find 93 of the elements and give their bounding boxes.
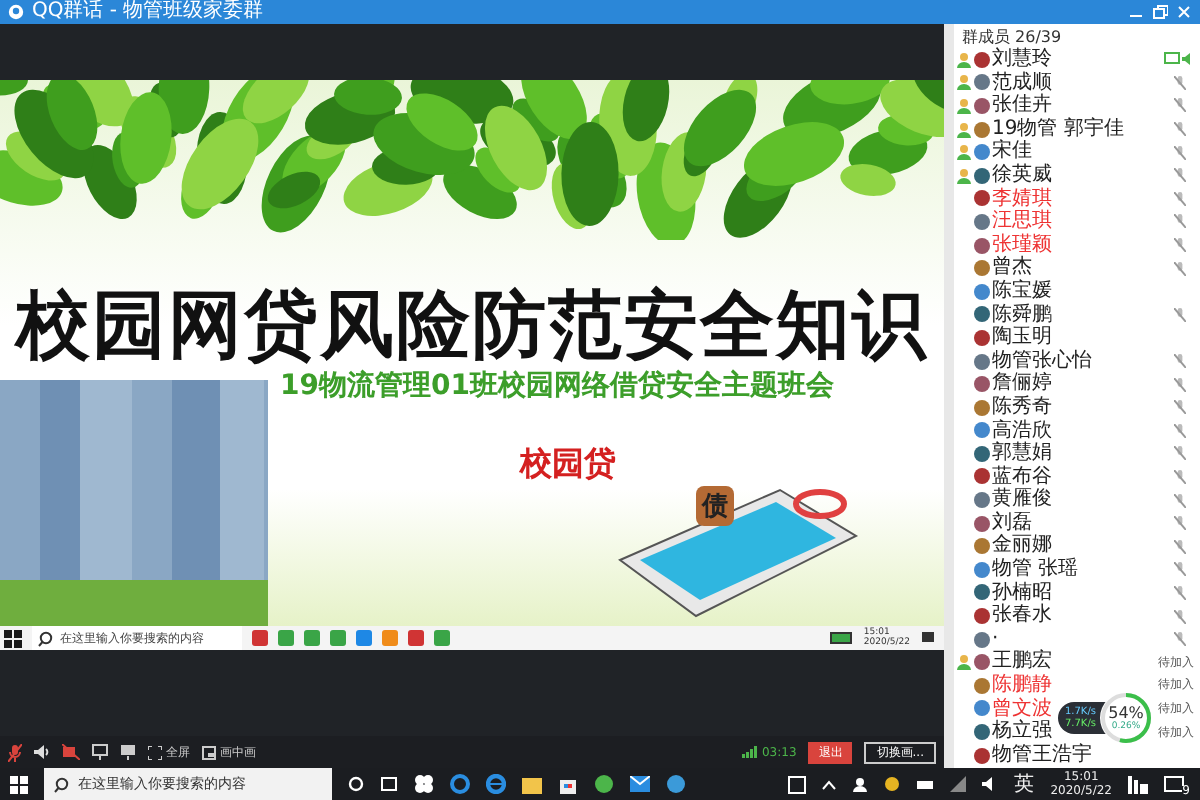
screen-icon <box>1164 52 1180 67</box>
microphone-muted-icon <box>1174 446 1186 461</box>
member-name: 张佳卉 <box>992 94 1052 118</box>
member-name: 曾文波 <box>992 697 1052 720</box>
browser-icon[interactable] <box>450 774 470 794</box>
member-name: 陈舜鹏 <box>992 303 1052 326</box>
sign-text: 债 <box>696 486 734 526</box>
member-name: 宋佳 <box>992 140 1032 163</box>
keyboard-icon[interactable] <box>788 775 807 793</box>
microphone-muted-icon <box>1174 377 1186 392</box>
member-name: 黄雁俊 <box>992 488 1052 511</box>
member-name: 张春水 <box>992 604 1052 628</box>
screen-share-icon[interactable] <box>92 744 108 760</box>
microphone-muted-icon <box>1174 609 1186 624</box>
member-name: 蓝布谷 <box>992 465 1052 488</box>
member-name: 物管 张瑶 <box>992 558 1079 581</box>
windows-logo-icon[interactable] <box>4 629 22 647</box>
mail-icon[interactable] <box>630 776 650 792</box>
task-view-icon[interactable] <box>380 776 398 792</box>
speaker-icon[interactable] <box>34 744 50 760</box>
microphone-muted-icon <box>1174 423 1186 438</box>
member-name: 张瑾颖 <box>992 233 1052 256</box>
microphone-muted-icon <box>1174 400 1186 415</box>
speaker-icon <box>1182 52 1194 67</box>
pinwheel-icon[interactable] <box>414 774 434 794</box>
member-name: · <box>992 627 999 650</box>
member-name: 陈秀奇 <box>992 395 1052 419</box>
microphone-muted-icon <box>1174 632 1186 647</box>
microphone-muted-icon <box>1174 98 1186 113</box>
microphone-muted-icon <box>1174 354 1186 369</box>
close-icon[interactable] <box>1176 4 1192 20</box>
member-name: 孙楠昭 <box>992 581 1052 604</box>
folder-icon[interactable] <box>522 775 542 793</box>
signal-bars-icon <box>741 746 758 758</box>
picture-in-picture-icon <box>202 745 216 759</box>
notification-icon[interactable] <box>920 630 936 646</box>
expand-icon <box>148 745 162 759</box>
member-name: 19物管 郭宇佳 <box>992 117 1124 140</box>
microphone-muted-icon <box>1174 562 1186 577</box>
whiteboard-icon[interactable] <box>120 744 136 760</box>
member-name: 王鹏宏 <box>992 650 1052 674</box>
member-name: 李婧琪 <box>992 187 1052 210</box>
microphone-muted-icon <box>1174 261 1186 276</box>
memory-percent: 54% <box>1108 704 1144 722</box>
member-name: 郭慧娟 <box>992 442 1052 465</box>
member-name: 高浩欣 <box>992 419 1052 441</box>
member-name: 陈宝媛 <box>992 279 1052 303</box>
member-name: 陈鹏静 <box>992 674 1052 697</box>
input-method-indicator[interactable]: 英 <box>1014 770 1035 798</box>
cortana-icon[interactable] <box>348 776 364 792</box>
camera-off-icon[interactable] <box>62 744 80 760</box>
microphone-muted-icon <box>1174 191 1186 206</box>
member-name: 陶玉明 <box>992 326 1052 349</box>
microphone-muted-icon <box>1174 238 1186 253</box>
microphone-muted-icon <box>1174 168 1186 183</box>
network-icon <box>950 776 967 792</box>
member-name: 刘慧玲 <box>992 48 1052 71</box>
member-name: 刘磊 <box>992 511 1032 534</box>
member-name: 范成顺 <box>992 71 1052 94</box>
microphone-muted-icon[interactable] <box>8 743 22 761</box>
battery-icon <box>916 779 935 789</box>
chevron-up-icon[interactable] <box>822 779 837 789</box>
microphone-muted-icon <box>1174 493 1186 508</box>
usage-ring-icon <box>1100 692 1152 744</box>
slide-title: 校园网贷风险防范安全知识 <box>12 278 930 369</box>
search-icon <box>38 629 56 647</box>
member-name: 物管张心怡 <box>992 349 1092 372</box>
member-name: 杨立强 <box>992 720 1052 743</box>
battery-icon <box>829 632 854 644</box>
show-desktop-icon[interactable] <box>1128 775 1148 793</box>
slide-tag: 校园贷 <box>520 444 616 486</box>
microphone-muted-icon <box>1174 122 1186 137</box>
microphone-muted-icon <box>1174 585 1186 600</box>
microphone-muted-icon <box>1174 307 1186 322</box>
member-name: 汪思琪 <box>992 210 1052 233</box>
person-icon[interactable] <box>852 776 869 792</box>
member-name: 金丽娜 <box>992 534 1052 557</box>
windows-logo-icon[interactable] <box>10 775 28 793</box>
microphone-muted-icon <box>1174 75 1186 90</box>
microphone-muted-icon <box>1174 214 1186 229</box>
notification-icon[interactable] <box>1164 775 1184 793</box>
microphone-muted-icon <box>1174 539 1186 554</box>
member-count: 群成员 26/39 <box>960 26 1064 47</box>
member-name: 物管王浩宇 <box>992 743 1092 767</box>
restore-icon[interactable] <box>1152 4 1168 20</box>
search-icon <box>54 775 72 793</box>
slide-subtitle: 19物流管理01班校园网络借贷安全主题班会 <box>280 368 834 404</box>
member-name: 詹俪婷 <box>992 372 1052 395</box>
member-name: 徐英威 <box>992 163 1052 187</box>
microphone-muted-icon <box>1174 469 1186 484</box>
member-name: 曾杰 <box>992 256 1032 279</box>
microphone-muted-icon <box>1174 145 1186 160</box>
microphone-muted-icon <box>1174 516 1186 531</box>
